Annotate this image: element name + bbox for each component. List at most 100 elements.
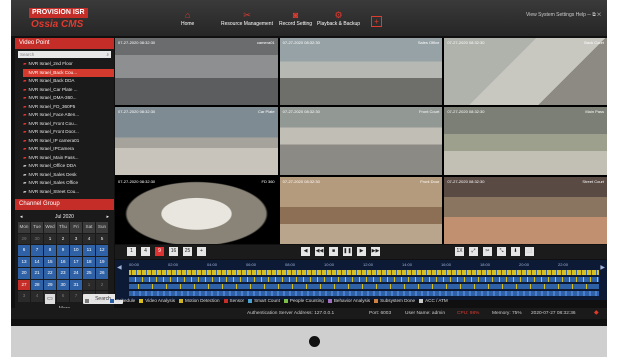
calendar-day[interactable]: 23	[57, 268, 69, 279]
calendar-toggle-button[interactable]: ▭	[45, 294, 55, 304]
device-item[interactable]: ▰ NVR Israel_Sales Desk	[23, 171, 114, 180]
control-button-left[interactable]: 16	[169, 247, 178, 256]
timeline-track[interactable]	[129, 270, 599, 275]
device-item[interactable]: ▰ NVR Israel_IP camera01	[23, 137, 114, 146]
device-item[interactable]: ▰ NVR Israel_Car Plate ...	[23, 86, 114, 95]
calendar-day[interactable]: 29	[44, 279, 56, 290]
calendar-day[interactable]: 1	[44, 233, 56, 244]
calendar-day[interactable]: 12	[96, 245, 108, 256]
video-tile[interactable]: 07-27-2020 08:32:30 Front Court	[279, 107, 443, 175]
control-button-left[interactable]: +	[197, 247, 206, 256]
video-tile[interactable]: 07-27-2020 08:32:30 Sales Office	[279, 38, 443, 106]
calendar-day[interactable]: 9	[57, 245, 69, 256]
device-item[interactable]: ▰ NVR Israel_Back Cou...	[23, 68, 114, 77]
control-button-center[interactable]: ❚❚	[343, 247, 352, 256]
calendar-day[interactable]: 29	[18, 233, 30, 244]
video-tile[interactable]: 07-27-2020 08:32:30 Car Plate	[115, 107, 278, 175]
control-button-center[interactable]: ◀	[301, 247, 310, 256]
device-item[interactable]: ▰ NVR Israel_Office DDA	[23, 162, 114, 171]
timeline[interactable]: 00:00 02:00 04:00 06:00 08:00 10:00 12:00 14:00…	[115, 260, 607, 300]
control-button-center[interactable]: ▶	[357, 247, 366, 256]
search-icon[interactable]: ⌕	[106, 51, 109, 58]
nav-home[interactable]: ⌂ Home	[181, 10, 194, 27]
device-item[interactable]: ▰ NVR Israel_Main Pass...	[23, 154, 114, 163]
timeline-prev-icon[interactable]: ◀	[117, 264, 122, 271]
video-tile[interactable]: 07-27-2020 08:32:30 camera01	[115, 38, 278, 106]
calendar-day[interactable]: 5	[96, 233, 108, 244]
calendar-day[interactable]: 6	[57, 291, 69, 302]
control-button-center[interactable]: ◀◀	[315, 247, 324, 256]
calendar-day[interactable]: 24	[70, 268, 82, 279]
nav-record-setting[interactable]: ◙ Record Setting	[279, 10, 312, 27]
control-button-right[interactable]: ⤡	[497, 247, 506, 256]
control-button-center[interactable]: ▶▶	[371, 247, 380, 256]
calendar-day[interactable]: 13	[18, 256, 30, 267]
control-button-right[interactable]: 1X	[455, 247, 464, 256]
calendar-day[interactable]: 22	[44, 268, 56, 279]
nav-resource-management[interactable]: ✂ Resource Management	[221, 10, 273, 27]
control-button-left[interactable]: 1	[127, 247, 136, 256]
calendar-day[interactable]: 30	[57, 279, 69, 290]
alarm-icon[interactable]: ◆	[594, 308, 599, 319]
control-button-left[interactable]: 9	[155, 247, 164, 256]
calendar-day[interactable]: 10	[70, 245, 82, 256]
calendar-day[interactable]: 8	[44, 245, 56, 256]
video-tile[interactable]: 07-27-2020 08:32:30 FD 360	[115, 176, 278, 244]
calendar-day[interactable]: 17	[70, 256, 82, 267]
calendar-day[interactable]: 27	[18, 279, 30, 290]
device-item[interactable]: ▰ NVR Israel_2nd Floor	[23, 60, 114, 69]
calendar-day[interactable]: 11	[83, 245, 95, 256]
device-item[interactable]: ▰ NVR Israel_Face Atten...	[23, 111, 114, 120]
calendar-day[interactable]: 4	[31, 291, 43, 302]
timeline-track[interactable]	[129, 277, 599, 282]
calendar-day[interactable]: 7	[31, 245, 43, 256]
calendar-day[interactable]: 2	[57, 233, 69, 244]
calendar-day[interactable]: 19	[96, 256, 108, 267]
device-item[interactable]: ▰ NVR Israel_Front Door...	[23, 128, 114, 137]
calendar-day[interactable]: 30	[31, 233, 43, 244]
device-item[interactable]: ▰ NVR Israel_FD_360P5	[23, 103, 114, 112]
calendar-day[interactable]: 31	[70, 279, 82, 290]
video-tile[interactable]: 07-27-2020 08:32:30 Main Pass	[444, 107, 607, 175]
calendar-day[interactable]: 15	[44, 256, 56, 267]
device-item[interactable]: ▰ NVR Israel_DMA-360...	[23, 94, 114, 103]
video-tile[interactable]: 07-27-2020 08:32:30 Front Door	[279, 176, 443, 244]
calendar-day[interactable]: 26	[96, 268, 108, 279]
calendar-day[interactable]: 3	[70, 233, 82, 244]
calendar-day[interactable]: 21	[31, 268, 43, 279]
calendar-day[interactable]: 16	[57, 256, 69, 267]
nav-playback-backup[interactable]: ⚙ Playback & Backup	[317, 10, 360, 27]
device-item[interactable]: ▰ NVR Israel_Street Cou...	[23, 188, 114, 197]
timeline-track[interactable]	[129, 284, 599, 289]
prev-month-icon[interactable]: ◂	[20, 213, 23, 222]
window-controls[interactable]: View System Settings Help ─ ⧉ ✕	[526, 12, 601, 18]
next-month-icon[interactable]: ▸	[106, 213, 109, 222]
calendar-day[interactable]: 14	[31, 256, 43, 267]
calendar-day[interactable]: 3	[18, 291, 30, 302]
calendar-day[interactable]: 20	[18, 268, 30, 279]
calendar-day[interactable]: 1	[83, 279, 95, 290]
calendar-day[interactable]: 18	[83, 256, 95, 267]
add-tab-button[interactable]: +	[371, 16, 382, 27]
calendar-day[interactable]: 4	[83, 233, 95, 244]
control-button-right[interactable]: ⤢	[469, 247, 478, 256]
device-item[interactable]: ▰ NVR Israel_IPCamera	[23, 145, 114, 154]
video-tile[interactable]: 07-27-2020 08:32:30 Back Court	[444, 38, 607, 106]
control-button-right[interactable]: ✂	[483, 247, 492, 256]
device-search-input[interactable]: Search ⌕	[18, 51, 111, 58]
video-tile[interactable]: 07-27-2020 08:32:30 Street Court	[444, 176, 607, 244]
device-item[interactable]: ▰ NVR Israel_Front Cou...	[23, 120, 114, 129]
control-button-left[interactable]: 4	[141, 247, 150, 256]
timeline-track[interactable]	[129, 291, 599, 296]
device-item[interactable]: ▰ NVR Israel_Sales Office	[23, 179, 114, 188]
control-button-left[interactable]: 25	[183, 247, 192, 256]
device-item[interactable]: ▰ NVR Israel_Back DDA	[23, 77, 114, 86]
calendar-day[interactable]: 28	[31, 279, 43, 290]
calendar-day[interactable]: 6	[18, 245, 30, 256]
control-button-right[interactable]: ⬇	[511, 247, 520, 256]
control-button-center[interactable]: ■	[329, 247, 338, 256]
control-button-right[interactable]: ⬜	[525, 247, 534, 256]
calendar-day[interactable]: 2	[96, 279, 108, 290]
calendar-day[interactable]: 25	[83, 268, 95, 279]
timeline-next-icon[interactable]: ▶	[600, 264, 605, 271]
